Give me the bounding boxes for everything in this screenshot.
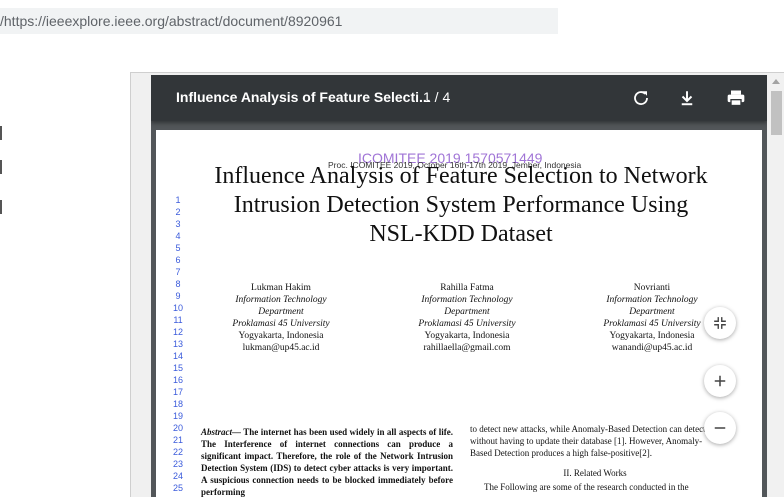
author-email: lukman@up45.ac.id (242, 343, 320, 353)
line-number: 11 (173, 315, 183, 325)
author-university: Proklamasi 45 University (232, 319, 330, 329)
sidebar-edge-mark (0, 200, 2, 214)
author-email: wanandi@up45.ac.id (611, 343, 693, 353)
author-dept: Department (444, 307, 490, 317)
author-name: Lukman Hakim (251, 283, 311, 293)
sidebar-edge-mark (0, 126, 2, 140)
url-text: /https://ieeexplore.ieee.org/abstract/do… (0, 13, 343, 29)
zoom-in-icon (714, 375, 726, 387)
line-number: 2 (175, 207, 181, 217)
author-name: Novrianti (633, 283, 671, 293)
fit-page-icon (714, 317, 726, 329)
line-number: 5 (175, 243, 181, 253)
right-column: to detect new attacks, while Anomaly-Bas… (470, 423, 720, 493)
line-number: 22 (172, 447, 183, 457)
address-bar[interactable]: /https://ieeexplore.ieee.org/abstract/do… (0, 8, 558, 34)
pdf-toolbar: Influence Analysis of Feature Selecti...… (151, 75, 767, 121)
abstract-text: The internet has been used widely in all… (201, 427, 453, 497)
author-email: rahillaella@gmail.com (423, 343, 511, 353)
zoom-out-icon (714, 427, 726, 429)
line-number: 18 (172, 399, 183, 409)
line-number: 12 (172, 327, 183, 337)
right-column-text: to detect new attacks, while Anomaly-Bas… (470, 424, 706, 458)
document-title: Influence Analysis of Feature Selecti... (176, 89, 431, 105)
line-number: 17 (172, 387, 183, 397)
rotate-button[interactable] (628, 85, 654, 111)
author-dept: Information Technology (606, 295, 698, 305)
line-number: 4 (175, 231, 181, 241)
pdf-frame: Influence Analysis of Feature Selecti...… (151, 75, 767, 497)
vertical-scrollbar[interactable] (768, 73, 784, 497)
line-number: 19 (172, 411, 183, 421)
print-button[interactable] (723, 85, 749, 111)
author-university: Proklamasi 45 University (418, 319, 516, 329)
author-dept: Information Technology (421, 295, 513, 305)
sidebar-edge-mark (0, 160, 2, 174)
line-number: 15 (172, 363, 183, 373)
line-number: 8 (175, 279, 181, 289)
line-number: 9 (175, 291, 181, 301)
line-number: 23 (172, 459, 183, 469)
page-indicator: 1 / 4 (423, 89, 451, 105)
author-dept: Information Technology (235, 295, 327, 305)
zoom-out-button[interactable] (704, 412, 736, 444)
author-city: Yogyakarta, Indonesia (424, 331, 510, 341)
rotate-icon (634, 91, 648, 105)
author-city: Yogyakarta, Indonesia (609, 331, 695, 341)
line-number: 1 (175, 195, 181, 205)
line-number: 10 (172, 303, 183, 313)
line-number: 13 (172, 339, 183, 349)
pdf-viewer-embed: Influence Analysis of Feature Selecti...… (130, 72, 784, 497)
line-number: 16 (172, 375, 183, 385)
author-dept: Department (258, 307, 304, 317)
line-number: 3 (175, 219, 181, 229)
author-block: Lukman Hakim Information Technology Depa… (206, 282, 356, 354)
line-number: 21 (172, 435, 183, 445)
paper-title: Influence Analysis of Feature Selection … (196, 162, 726, 249)
zoom-in-button[interactable] (704, 365, 736, 397)
line-numbers: 1 2 3 4 5 6 7 8 9 10 11 12 13 14 15 16 1… (168, 194, 188, 494)
line-number: 7 (175, 267, 181, 277)
scrollbar-thumb[interactable] (771, 91, 782, 135)
fit-page-button[interactable] (704, 307, 736, 339)
author-block: Rahilla Fatma Information Technology Dep… (392, 282, 542, 354)
title-line: NSL-KDD Dataset (369, 221, 553, 247)
section-heading: II. Related Works (563, 468, 627, 478)
line-number: 14 (172, 351, 183, 361)
section-text: The Following are some of the research c… (484, 482, 689, 492)
line-number: 24 (172, 471, 183, 481)
download-icon (681, 91, 693, 106)
author-name: Rahilla Fatma (440, 283, 494, 293)
line-number: 20 (172, 423, 183, 433)
pdf-page: ICOMITEE 2019 1570571449 Proc. ICOMITEE … (156, 130, 762, 497)
scroll-up-arrow-icon[interactable] (772, 79, 780, 84)
print-icon (727, 90, 745, 107)
download-button[interactable] (674, 85, 700, 111)
line-number: 25 (172, 483, 183, 493)
title-line: Influence Analysis of Feature Selection … (214, 163, 708, 189)
line-number: 6 (175, 255, 181, 265)
abstract: Abstract— The internet has been used wid… (201, 426, 453, 497)
author-city: Yogyakarta, Indonesia (238, 331, 324, 341)
abstract-label: Abstract— (201, 427, 242, 437)
title-line: Intrusion Detection System Performance U… (233, 192, 689, 218)
